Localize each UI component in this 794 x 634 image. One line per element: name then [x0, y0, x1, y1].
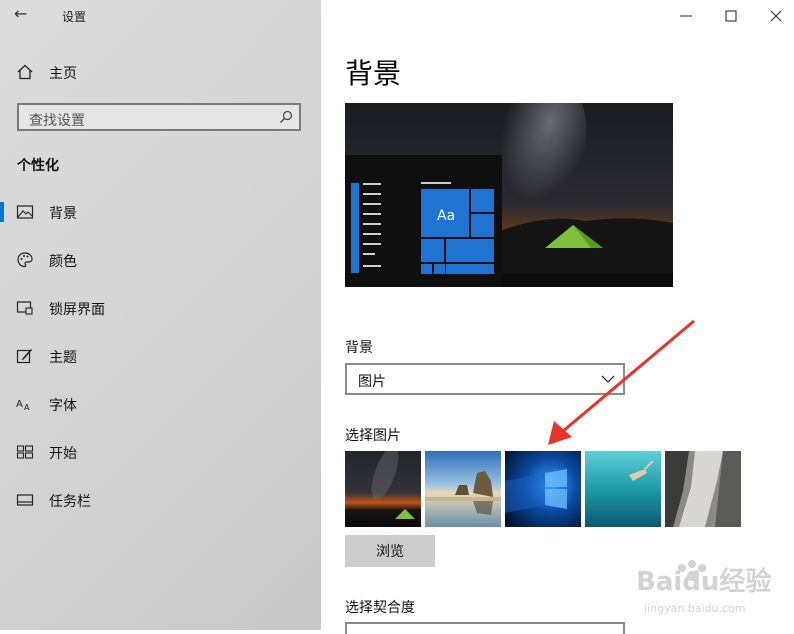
sidebar-item-label: 主题: [49, 350, 77, 366]
sidebar-item-colors[interactable]: 颜色: [0, 245, 321, 275]
start-menu-tiles: [421, 189, 494, 274]
thumbnail-underwater-swimmer[interactable]: [585, 451, 661, 527]
preview-image: Aa: [345, 103, 673, 287]
theme-brush-icon: [16, 348, 33, 364]
thumbnail-rock-beach[interactable]: [425, 451, 501, 527]
thumbnail-rock-cliff[interactable]: [665, 451, 741, 527]
sidebar-item-label: 开始: [49, 446, 77, 462]
choose-picture-label: 选择图片: [345, 428, 401, 444]
section-title: 个性化: [17, 158, 59, 174]
browse-button[interactable]: 浏览: [345, 535, 435, 567]
sidebar-item-background[interactable]: 背景: [0, 197, 321, 227]
font-icon: A A: [16, 399, 30, 412]
palette-icon: [17, 252, 33, 268]
app-title: 设置: [62, 10, 87, 24]
home-label: 主页: [49, 66, 77, 82]
svg-text:A: A: [16, 399, 23, 410]
minimize-icon[interactable]: [676, 6, 696, 26]
baidu-watermark-logo: Baidu经验 jingyan.baidu.com: [636, 560, 771, 615]
home-icon: [17, 64, 33, 80]
sidebar-item-label: 锁屏界面: [49, 302, 105, 318]
sidebar-item-lock-screen[interactable]: 锁屏界面: [0, 293, 321, 323]
watermark-url: jingyan.baidu.com: [643, 602, 746, 615]
nav-home[interactable]: 主页: [0, 58, 321, 86]
preview-tile-text: Aa: [437, 208, 455, 224]
picture-icon: [16, 205, 34, 219]
sidebar-item-label: 颜色: [49, 254, 77, 270]
start-tiles-icon: [16, 445, 34, 459]
maximize-icon[interactable]: [721, 6, 741, 26]
sidebar-item-label: 字体: [49, 398, 77, 414]
thumbnail-night-sky-tent[interactable]: [345, 451, 421, 527]
sidebar-item-fonts[interactable]: A A 字体: [0, 389, 321, 419]
annotation-arrow: [548, 319, 695, 445]
main-panel: 背景 Aa 背景 图片 选择图片 浏览 选择契合度 Baidu经验 jingya…: [321, 0, 794, 634]
sidebar-item-themes[interactable]: 主题: [0, 341, 321, 371]
search-placeholder: 查找设置: [29, 113, 85, 129]
search-input[interactable]: 查找设置: [17, 103, 301, 131]
close-icon[interactable]: [766, 6, 786, 26]
fit-label: 选择契合度: [345, 600, 415, 616]
sidebar: ← 设置 主页 查找设置 个性化 背景 颜色 锁屏界面 主题 A A 字体 开始…: [0, 0, 321, 630]
back-arrow-icon[interactable]: ←: [14, 4, 27, 23]
dropdown-value: 图片: [358, 374, 386, 390]
thumbnail-windows-hero[interactable]: [505, 451, 581, 527]
sidebar-item-label: 背景: [49, 206, 77, 222]
taskbar-icon: [16, 494, 34, 506]
picture-thumbnails: [345, 451, 745, 527]
sidebar-item-start[interactable]: 开始: [0, 437, 321, 467]
titlebar-left: ← 设置: [0, 0, 321, 32]
sidebar-item-label: 任务栏: [49, 494, 91, 510]
sidebar-item-taskbar[interactable]: 任务栏: [0, 485, 321, 515]
search-icon[interactable]: [279, 110, 293, 124]
desktop-preview: Aa: [345, 103, 673, 287]
page-title: 背景: [345, 57, 402, 90]
lock-screen-icon: [16, 301, 33, 315]
svg-text:A: A: [24, 403, 30, 412]
background-type-label: 背景: [345, 340, 373, 356]
